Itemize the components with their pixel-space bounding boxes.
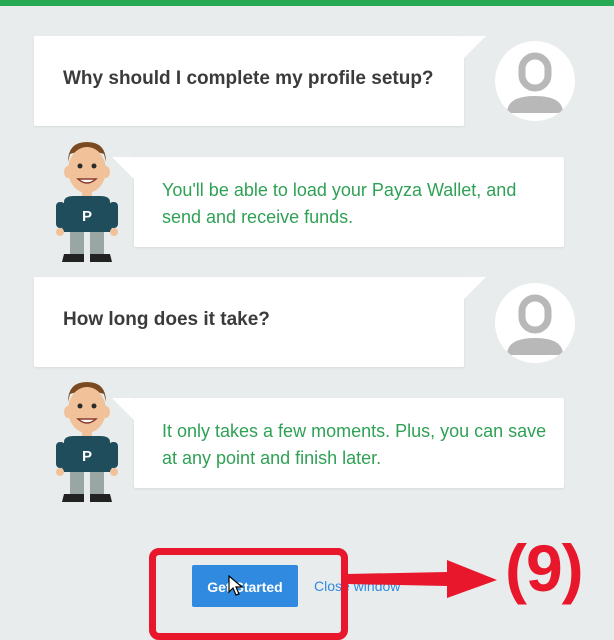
- question-text: Why should I complete my profile setup?: [63, 68, 434, 89]
- user-avatar-icon: [495, 283, 575, 363]
- user-avatar-icon: [495, 41, 575, 121]
- mouse-cursor-icon: [228, 575, 244, 596]
- mascot-shirt-letter: P: [82, 208, 92, 225]
- annotation-highlight-box: [149, 548, 348, 640]
- question-text: How long does it take?: [63, 309, 270, 330]
- question-bubble-duration: How long does it take?: [34, 277, 486, 367]
- answer-text: You'll be able to load your Payza Wallet…: [162, 180, 517, 227]
- answer-bubble-time: It only takes a few moments. Plus, you c…: [112, 398, 564, 488]
- annotation-step-label: (9): [505, 531, 584, 605]
- answer-bubble-benefits: You'll be able to load your Payza Wallet…: [112, 157, 564, 247]
- annotation-arrow-icon: [347, 560, 497, 598]
- question-bubble-profile-setup: Why should I complete my profile setup?: [34, 36, 486, 126]
- answer-text: It only takes a few moments. Plus, you c…: [162, 421, 547, 468]
- top-accent-bar: [0, 0, 614, 6]
- mascot-shirt-letter: P: [82, 448, 92, 465]
